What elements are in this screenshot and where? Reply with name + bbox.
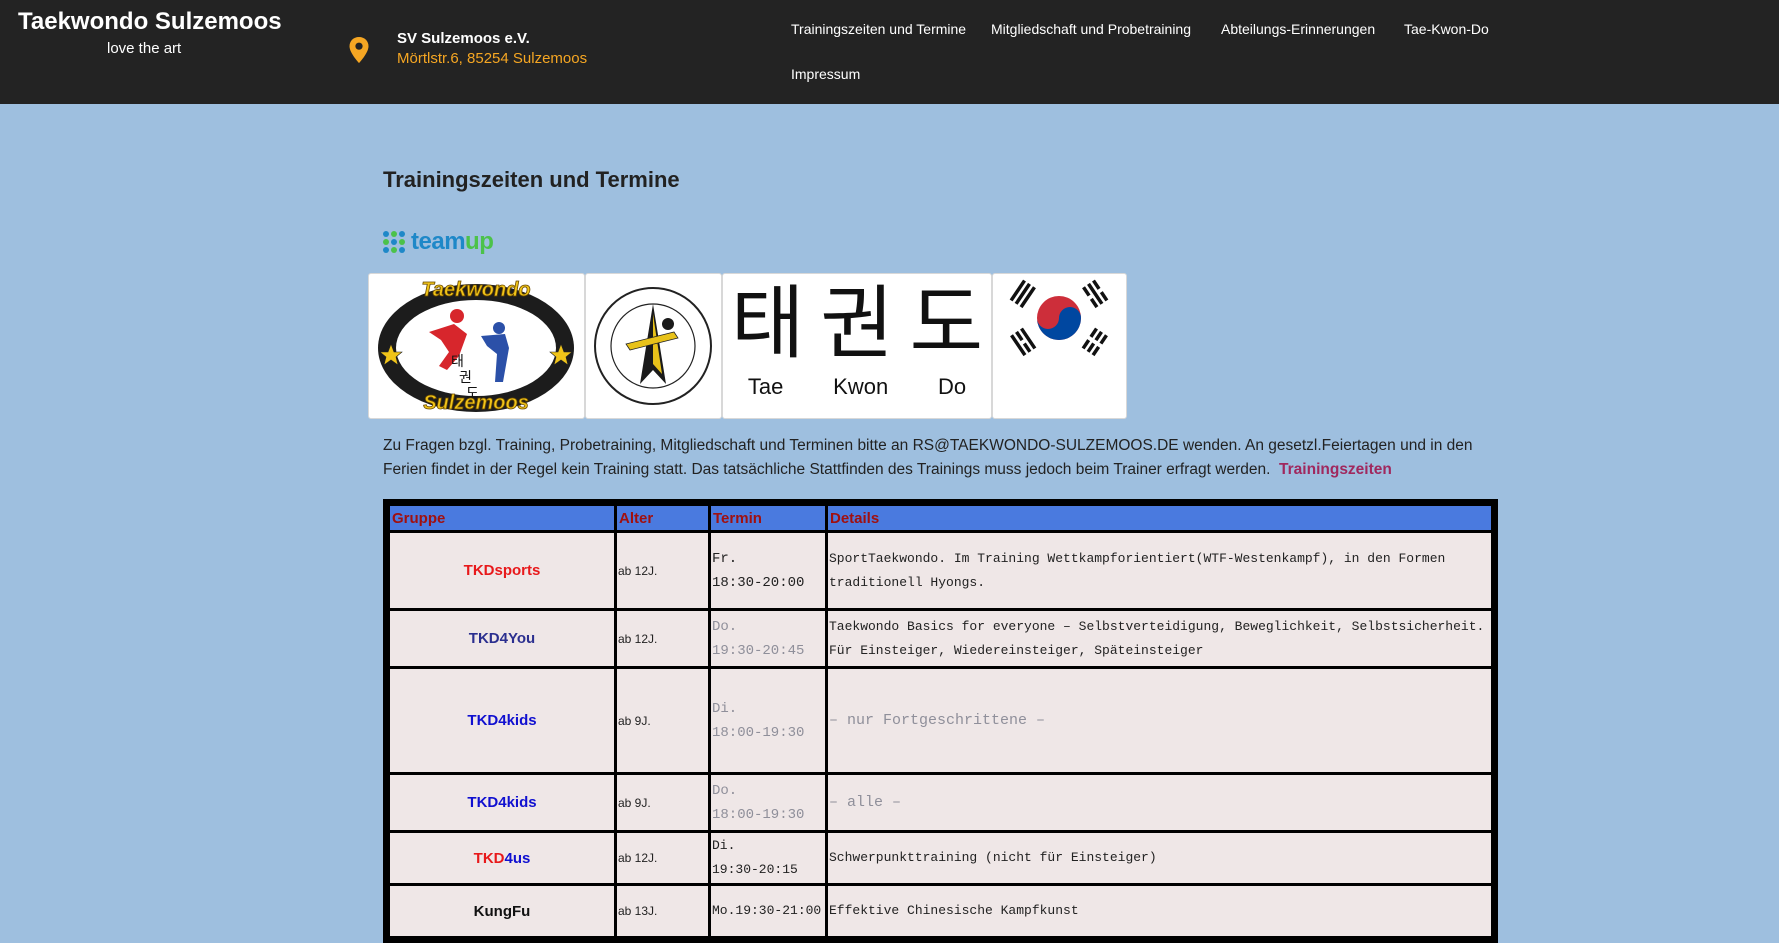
club-logo-top-text: Taekwondo: [421, 279, 530, 301]
schedule-table: Gruppe Alter Termin Details TKDsports ab…: [383, 499, 1498, 943]
age-cell: ab 9J.: [617, 669, 708, 772]
club-logo: Taekwondo Sulzemoos 태 권 도: [368, 273, 585, 419]
details-cell: Taekwondo Basics for everyone – Selbstve…: [828, 611, 1491, 666]
table-row: KungFu ab 13J. Mo.19:30-21:00 Effektive …: [390, 886, 1491, 936]
group-cell[interactable]: TKD4us: [390, 833, 614, 883]
nav-impressum[interactable]: Impressum: [791, 66, 860, 82]
time-cell: Fr. 18:30-20:00: [711, 533, 825, 608]
table-row: TKD4kids ab 9J. Di. 18:00-19:30 – nur For…: [390, 669, 1491, 772]
time-cell: Di. 18:00-19:30: [711, 669, 825, 772]
details-cell: Schwerpunkttraining (nicht für Einsteige…: [828, 833, 1491, 883]
org-address: Mörtlstr.6, 85254 Sulzemoos: [397, 50, 588, 67]
hangul-tae: 태: [730, 277, 805, 370]
age-cell: ab 9J.: [617, 775, 708, 830]
age-cell: ab 13J.: [617, 886, 708, 936]
taekwondo-hangul-logo: 태 권 도 Tae Kwon Do: [722, 273, 992, 419]
club-logo-hangul-3: 도: [466, 386, 479, 402]
nav-abteilungs-erinnerungen[interactable]: Abteilungs-Erinnerungen: [1221, 21, 1375, 37]
group-cell[interactable]: TKD4kids: [390, 669, 614, 772]
roman-syllables: Tae Kwon Do: [723, 374, 991, 400]
korea-flag-logo: [992, 273, 1127, 419]
time-cell: Di. 19:30-20:15: [711, 833, 825, 883]
korea-flag-icon: [1009, 279, 1109, 357]
group-cell[interactable]: TKD4kids: [390, 775, 614, 830]
table-row: TKD4kids ab 9J. Do. 18:00-19:30 – alle –: [390, 775, 1491, 830]
nav-tae-kwon-do[interactable]: Tae-Kwon-Do: [1404, 21, 1489, 37]
header-gruppe: Gruppe: [390, 506, 614, 530]
club-logo-hangul-2: 권: [459, 370, 472, 386]
club-logo-emblem: Taekwondo Sulzemoos 태 권 도: [378, 279, 574, 414]
time-cell: Do. 19:30-20:45: [711, 611, 825, 666]
time-cell: Do. 18:00-19:30: [711, 775, 825, 830]
location-pin-icon: [349, 37, 369, 63]
page-title: Trainingszeiten und Termine: [383, 167, 680, 192]
time-cell: Mo.19:30-21:00: [711, 886, 825, 936]
teamup-logo[interactable]: teamup: [383, 228, 494, 256]
group-cell[interactable]: TKD4You: [390, 611, 614, 666]
org-name: SV Sulzemoos e.V.: [397, 30, 530, 47]
site-tagline: love the art: [107, 40, 182, 57]
hangul-characters: 태 권 도: [723, 284, 991, 364]
site-header: Taekwondo Sulzemoos love the art SV Sulz…: [0, 0, 1779, 104]
trainingszeiten-link[interactable]: Trainingszeiten: [1279, 461, 1392, 478]
header-details: Details: [828, 506, 1491, 530]
nav-mitgliedschaft[interactable]: Mitgliedschaft und Probetraining: [991, 21, 1191, 37]
details-cell: – alle –: [828, 775, 1491, 830]
table-header-row: Gruppe Alter Termin Details: [390, 506, 1491, 530]
age-cell: ab 12J.: [617, 533, 708, 608]
nav-trainingszeiten[interactable]: Trainingszeiten und Termine: [791, 21, 966, 37]
teamup-grid-icon: [383, 231, 405, 253]
independent-org-emblem: [594, 287, 712, 405]
roman-kwon: Kwon: [833, 374, 889, 399]
group-cell[interactable]: KungFu: [390, 886, 614, 936]
hangul-do: 도: [909, 277, 984, 370]
age-cell: ab 12J.: [617, 833, 708, 883]
table-row: TKD4You ab 12J. Do. 19:30-20:45 Taekwondo…: [390, 611, 1491, 666]
details-cell: Effektive Chinesische Kampfkunst: [828, 886, 1491, 936]
roman-do: Do: [937, 374, 967, 399]
details-cell: – nur Fortgeschrittene –: [828, 669, 1491, 772]
hangul-kwon: 권: [820, 277, 894, 370]
intro-paragraph: Zu Fragen bzgl. Training, Probetraining,…: [383, 434, 1493, 482]
details-cell: SportTaekwondo. Im Training Wettkampfori…: [828, 533, 1491, 608]
age-cell: ab 12J.: [617, 611, 708, 666]
group-cell[interactable]: TKDsports: [390, 533, 614, 608]
club-logo-hangul-1: 태: [451, 354, 464, 370]
independent-org-logo: [585, 273, 722, 419]
table-row: TKDsports ab 12J. Fr. 18:30-20:00 SportTa…: [390, 533, 1491, 608]
table-row: TKD4us ab 12J. Di. 19:30-20:15 Schwerpunk…: [390, 833, 1491, 883]
site-title[interactable]: Taekwondo Sulzemoos: [18, 8, 282, 36]
teamup-wordmark: teamup: [411, 228, 494, 255]
header-termin: Termin: [711, 506, 825, 530]
header-alter: Alter: [617, 506, 708, 530]
roman-tae: Tae: [747, 374, 784, 399]
